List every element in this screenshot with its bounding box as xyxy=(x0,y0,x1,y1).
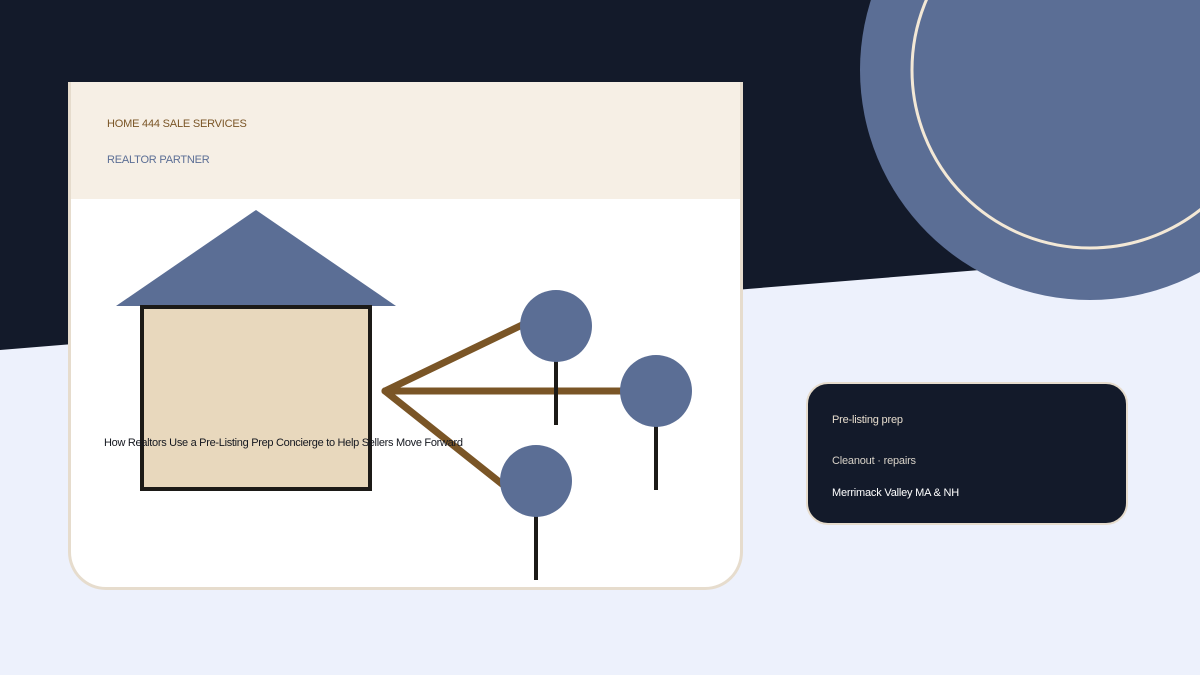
house-tree-illustration xyxy=(116,210,692,580)
tree-icon xyxy=(520,290,592,425)
info-service-prep: Pre-listing prep xyxy=(832,414,903,426)
hero-headline: How Realtors Use a Pre-Listing Prep Conc… xyxy=(104,437,463,449)
tree-icon xyxy=(620,355,692,490)
info-service-area: Merrimack Valley MA & NH xyxy=(832,487,960,499)
info-service-cleanout: Cleanout · repairs xyxy=(832,455,916,467)
house-roof xyxy=(116,210,396,306)
branch-line-icon xyxy=(381,321,626,488)
tree-icon xyxy=(500,445,572,580)
house-body xyxy=(140,305,372,491)
service-info-card: Pre-listing prep Cleanout · repairs Merr… xyxy=(806,382,1128,525)
